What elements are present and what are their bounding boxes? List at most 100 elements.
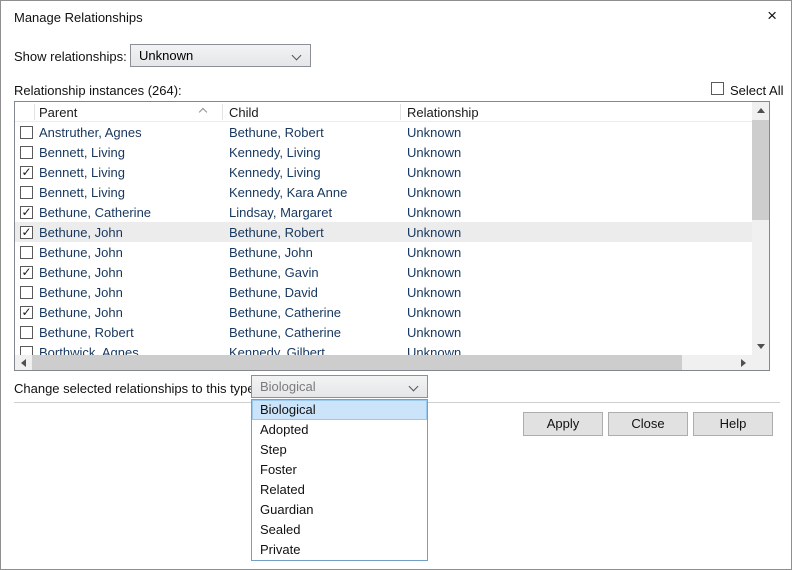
select-all-label: Select All: [730, 83, 783, 98]
table-row[interactable]: Bethune, Robert Bethune, Catherine Unkno…: [15, 322, 752, 342]
parent-cell: Borthwick, Agnes: [35, 345, 223, 356]
parent-cell: Bennett, Living: [35, 185, 223, 200]
parent-cell: Bennett, Living: [35, 145, 223, 160]
dropdown-option[interactable]: Related: [252, 480, 427, 500]
dropdown-option[interactable]: Sealed: [252, 520, 427, 540]
relationship-cell: Unknown: [401, 185, 752, 200]
relationship-cell: Unknown: [401, 225, 752, 240]
dropdown-option[interactable]: Foster: [252, 460, 427, 480]
table-row[interactable]: Bennett, Living Kennedy, Living Unknown: [15, 142, 752, 162]
parent-cell: Bennett, Living: [35, 165, 223, 180]
child-cell: Bethune, John: [223, 245, 401, 260]
change-type-label: Change selected relationships to this ty…: [14, 381, 258, 396]
column-header-parent[interactable]: Parent: [35, 104, 223, 120]
horizontal-scrollbar-thumb[interactable]: [32, 355, 682, 370]
parent-cell: Bethune, John: [35, 305, 223, 320]
dialog-title: Manage Relationships: [14, 10, 143, 25]
row-checkbox[interactable]: [20, 246, 33, 259]
checkbox-column-header: [15, 104, 35, 120]
close-button[interactable]: Close: [608, 412, 688, 436]
change-type-dropdown[interactable]: Biological: [251, 375, 428, 398]
show-relationships-value: Unknown: [139, 48, 193, 63]
relationship-header-label: Relationship: [407, 105, 479, 120]
close-icon[interactable]: ×: [767, 6, 777, 26]
parent-cell: Bethune, John: [35, 285, 223, 300]
row-checkbox[interactable]: ✓: [20, 226, 33, 239]
row-checkbox[interactable]: [20, 186, 33, 199]
table-row[interactable]: ✓ Bethune, John Bethune, Robert Unknown: [15, 222, 752, 242]
select-all-checkbox[interactable]: [711, 82, 724, 95]
relationship-cell: Unknown: [401, 325, 752, 340]
vertical-scrollbar-thumb[interactable]: [752, 120, 769, 220]
parent-cell: Bethune, Robert: [35, 325, 223, 340]
table-row[interactable]: Bethune, John Bethune, David Unknown: [15, 282, 752, 302]
child-cell: Bethune, Robert: [223, 125, 401, 140]
sort-ascending-icon: [199, 108, 207, 116]
child-cell: Kennedy, Gilbert: [223, 345, 401, 356]
change-type-value: Biological: [260, 379, 316, 394]
child-cell: Bethune, David: [223, 285, 401, 300]
parent-cell: Bethune, John: [35, 265, 223, 280]
row-checkbox[interactable]: [20, 346, 33, 356]
column-header-child[interactable]: Child: [223, 104, 401, 120]
row-checkbox[interactable]: ✓: [20, 206, 33, 219]
child-cell: Kennedy, Living: [223, 165, 401, 180]
relationship-cell: Unknown: [401, 145, 752, 160]
child-cell: Kennedy, Kara Anne: [223, 185, 401, 200]
table-row[interactable]: ✓ Bethune, Catherine Lindsay, Margaret U…: [15, 202, 752, 222]
table-row[interactable]: Anstruther, Agnes Bethune, Robert Unknow…: [15, 122, 752, 142]
table-row[interactable]: ✓ Bethune, John Bethune, Catherine Unkno…: [15, 302, 752, 322]
row-checkbox[interactable]: [20, 286, 33, 299]
horizontal-scrollbar[interactable]: [15, 355, 752, 370]
show-relationships-label: Show relationships:: [14, 49, 127, 64]
relationship-instances-label: Relationship instances (264):: [14, 83, 182, 98]
table-header: Parent Child Relationship: [15, 102, 752, 122]
child-cell: Bethune, Robert: [223, 225, 401, 240]
child-header-label: Child: [229, 105, 259, 120]
relationship-cell: Unknown: [401, 245, 752, 260]
row-checkbox[interactable]: [20, 326, 33, 339]
dropdown-option[interactable]: Private: [252, 540, 427, 560]
table-row[interactable]: Borthwick, Agnes Kennedy, Gilbert Unknow…: [15, 342, 752, 355]
table-body: Anstruther, Agnes Bethune, Robert Unknow…: [15, 122, 752, 355]
row-checkbox[interactable]: [20, 146, 33, 159]
dropdown-option[interactable]: Adopted: [252, 420, 427, 440]
child-cell: Bethune, Catherine: [223, 325, 401, 340]
table-row[interactable]: ✓ Bethune, John Bethune, Gavin Unknown: [15, 262, 752, 282]
chevron-down-icon: [292, 51, 302, 61]
relationship-cell: Unknown: [401, 125, 752, 140]
chevron-down-icon: [409, 382, 419, 392]
relationship-table: Parent Child Relationship Anstruther, Ag…: [14, 101, 770, 371]
row-checkbox[interactable]: [20, 126, 33, 139]
type-dropdown-list: BiologicalAdoptedStepFosterRelatedGuardi…: [251, 399, 428, 561]
relationship-cell: Unknown: [401, 265, 752, 280]
scroll-left-icon[interactable]: [15, 355, 32, 370]
scroll-down-icon[interactable]: [752, 338, 769, 355]
vertical-scrollbar[interactable]: [752, 102, 769, 355]
apply-button[interactable]: Apply: [523, 412, 603, 436]
row-checkbox[interactable]: ✓: [20, 166, 33, 179]
table-row[interactable]: Bethune, John Bethune, John Unknown: [15, 242, 752, 262]
dropdown-option[interactable]: Step: [252, 440, 427, 460]
child-cell: Bethune, Catherine: [223, 305, 401, 320]
help-button[interactable]: Help: [693, 412, 773, 436]
parent-cell: Bethune, John: [35, 245, 223, 260]
column-header-relationship[interactable]: Relationship: [401, 104, 752, 120]
relationship-cell: Unknown: [401, 205, 752, 220]
dropdown-option[interactable]: Guardian: [252, 500, 427, 520]
parent-header-label: Parent: [39, 105, 77, 120]
row-checkbox[interactable]: ✓: [20, 266, 33, 279]
show-relationships-dropdown[interactable]: Unknown: [130, 44, 311, 67]
row-checkbox[interactable]: ✓: [20, 306, 33, 319]
relationship-cell: Unknown: [401, 165, 752, 180]
scrollbar-corner: [752, 355, 769, 370]
scroll-up-icon[interactable]: [752, 102, 769, 119]
table-row[interactable]: Bennett, Living Kennedy, Kara Anne Unkno…: [15, 182, 752, 202]
relationship-cell: Unknown: [401, 345, 752, 356]
dropdown-option[interactable]: Biological: [252, 400, 427, 420]
relationship-cell: Unknown: [401, 305, 752, 320]
table-row[interactable]: ✓ Bennett, Living Kennedy, Living Unknow…: [15, 162, 752, 182]
relationship-cell: Unknown: [401, 285, 752, 300]
scroll-right-icon[interactable]: [735, 355, 752, 370]
child-cell: Kennedy, Living: [223, 145, 401, 160]
